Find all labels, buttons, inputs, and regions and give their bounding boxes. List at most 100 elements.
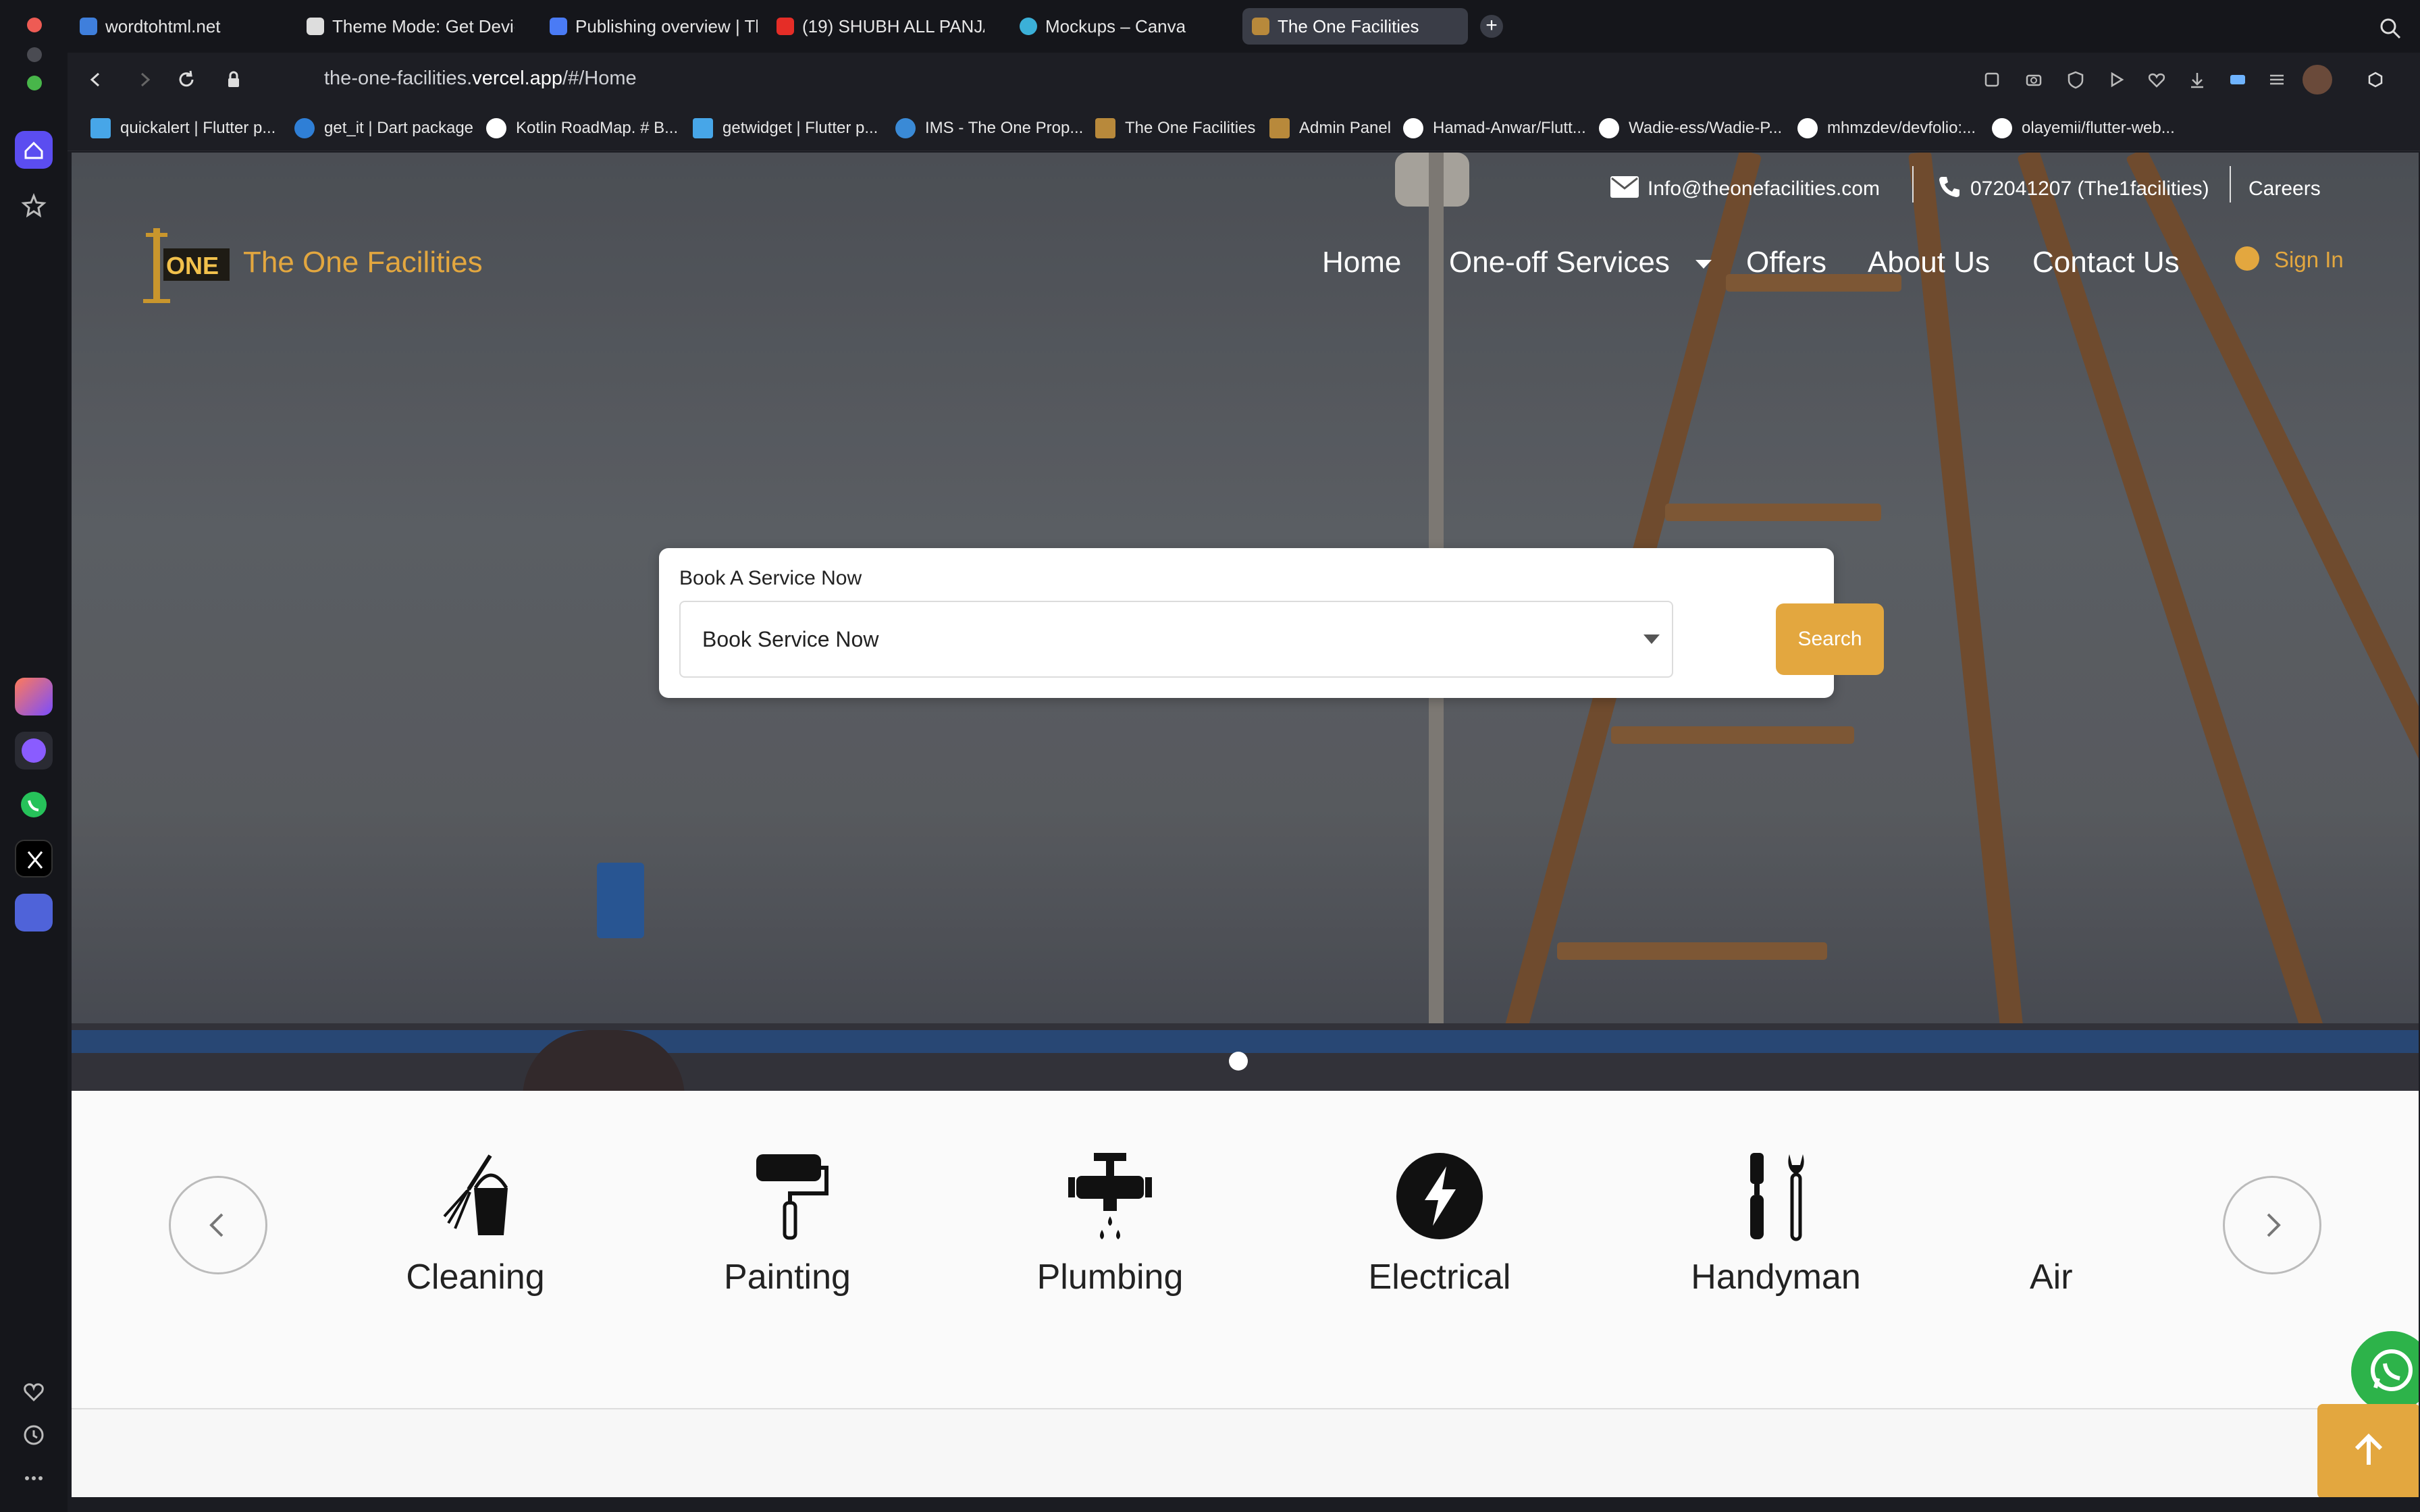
faucet-icon bbox=[1063, 1149, 1157, 1243]
site-logo-icon bbox=[1095, 118, 1115, 138]
carousel-prev-button[interactable] bbox=[169, 1176, 267, 1274]
nav-contact-us[interactable]: Contact Us bbox=[2032, 246, 2180, 279]
battery-icon[interactable] bbox=[2226, 68, 2250, 92]
address-bar: the-one-facilities.vercel.app/#/Home bbox=[68, 53, 2420, 107]
bookmark-quickalert[interactable]: quickalert | Flutter p... bbox=[90, 116, 275, 140]
service-name: Air bbox=[2030, 1258, 2073, 1297]
nav-home[interactable]: Home bbox=[1322, 246, 1401, 279]
service-handyman[interactable]: Handyman bbox=[1675, 1149, 1877, 1297]
service-plumbing[interactable]: Plumbing bbox=[1009, 1149, 1211, 1297]
shield-icon[interactable] bbox=[2063, 68, 2088, 92]
email-link[interactable]: Info@theonefacilities.com bbox=[1610, 170, 1880, 208]
carousel-next-button[interactable] bbox=[2223, 1176, 2321, 1274]
sign-in-button[interactable]: Sign In bbox=[2235, 246, 2344, 273]
service-name: Painting bbox=[724, 1258, 851, 1297]
service-cleaning[interactable]: Cleaning bbox=[374, 1149, 577, 1297]
heart-outline-icon[interactable] bbox=[2145, 68, 2169, 92]
history-icon[interactable] bbox=[15, 1416, 53, 1454]
aria-app-icon[interactable] bbox=[15, 678, 53, 716]
caret-down-icon bbox=[1643, 634, 1660, 644]
tab-publishing-overview[interactable]: Publishing overview | Th bbox=[540, 8, 758, 45]
tab-bar: wordtohtml.net Theme Mode: Get Devic Pub… bbox=[68, 0, 2420, 53]
settings-sliders-icon[interactable] bbox=[2265, 68, 2289, 92]
nav-one-off-services[interactable]: One-off Services bbox=[1449, 246, 1712, 279]
careers-link[interactable]: Careers bbox=[2248, 170, 2321, 208]
chevron-right-icon bbox=[2267, 1213, 2281, 1237]
bookmark-the-one-facilities[interactable]: The One Facilities bbox=[1095, 116, 1255, 140]
web-page: Info@theonefacilities.com 072041207 (The… bbox=[72, 153, 2419, 1497]
bookmark-label: Kotlin RoadMap. # B... bbox=[516, 119, 679, 137]
bookmark-label: IMS - The One Prop... bbox=[925, 119, 1084, 137]
reload-icon[interactable] bbox=[174, 68, 199, 92]
bookmark-wadie-ess[interactable]: Wadie-ess/Wadie-P... bbox=[1599, 116, 1782, 140]
whatsapp-sidebar-icon[interactable] bbox=[15, 786, 53, 824]
brand-logo[interactable]: ONE bbox=[136, 221, 234, 305]
tab-youtube[interactable]: (19) SHUBH ALL PANJA bbox=[767, 8, 984, 45]
bookmark-mhmzdev[interactable]: mhmzdev/devfolio:... bbox=[1797, 116, 1976, 140]
new-tab-button[interactable]: + bbox=[1480, 15, 1503, 38]
heart-icon[interactable] bbox=[15, 1373, 53, 1411]
bookmark-admin-panel[interactable]: Admin Panel bbox=[1269, 116, 1391, 140]
bookmark-kotlin-roadmap[interactable]: Kotlin RoadMap. # B... bbox=[486, 116, 678, 140]
service-select[interactable]: Book Service Now bbox=[679, 601, 1673, 678]
tab-theme-mode[interactable]: Theme Mode: Get Devic bbox=[297, 8, 515, 45]
bookmark-ims[interactable]: IMS - The One Prop... bbox=[895, 116, 1083, 140]
more-icon[interactable] bbox=[15, 1459, 53, 1497]
download-icon[interactable] bbox=[2185, 68, 2209, 92]
play-icon[interactable] bbox=[2104, 68, 2128, 92]
minimize-window-button[interactable] bbox=[27, 47, 42, 62]
camera-icon[interactable] bbox=[2022, 68, 2046, 92]
ims-icon bbox=[895, 118, 916, 138]
scroll-to-top-button[interactable] bbox=[2317, 1404, 2419, 1497]
music-player-icon[interactable] bbox=[15, 894, 53, 932]
bookmark-hamad-anwar[interactable]: Hamad-Anwar/Flutt... bbox=[1403, 116, 1586, 140]
tab-search-icon[interactable] bbox=[2377, 15, 2404, 42]
phone-link[interactable]: 072041207 (The1facilities) bbox=[1937, 170, 2209, 208]
tab-favicon-icon bbox=[307, 18, 324, 35]
edit-icon[interactable] bbox=[1980, 68, 2004, 92]
nav-offers[interactable]: Offers bbox=[1746, 246, 1826, 279]
lock-icon[interactable] bbox=[221, 68, 246, 92]
maximize-window-button[interactable] bbox=[27, 76, 42, 90]
extensions-icon[interactable] bbox=[2363, 68, 2388, 92]
bookmark-label: quickalert | Flutter p... bbox=[120, 119, 276, 137]
bookmark-get-it[interactable]: get_it | Dart package bbox=[294, 116, 473, 140]
forward-arrow-icon[interactable] bbox=[132, 68, 157, 92]
phone-text: 072041207 (The1facilities) bbox=[1970, 178, 2209, 200]
star-icon[interactable] bbox=[15, 186, 53, 224]
tab-canva[interactable]: Mockups – Canva bbox=[1010, 8, 1228, 45]
paint-roller-icon bbox=[740, 1149, 835, 1243]
service-air[interactable]: Air bbox=[2030, 1149, 2165, 1351]
tab-wordtohtml[interactable]: wordtohtml.net bbox=[70, 8, 288, 45]
browser-sidebar bbox=[0, 0, 68, 1512]
carousel-dot[interactable] bbox=[1229, 1052, 1248, 1071]
bookmark-olayemii[interactable]: olayemii/flutter-web... bbox=[1992, 116, 2175, 140]
service-electrical[interactable]: Electrical bbox=[1338, 1149, 1541, 1297]
url-field[interactable]: the-one-facilities.vercel.app/#/Home bbox=[324, 68, 637, 90]
logo-text: ONE bbox=[166, 252, 219, 279]
user-icon bbox=[2235, 246, 2259, 271]
whatsapp-chat-button[interactable] bbox=[2351, 1331, 2419, 1412]
messenger-icon[interactable] bbox=[15, 732, 53, 770]
x-twitter-icon[interactable] bbox=[15, 840, 53, 878]
bookmark-getwidget[interactable]: getwidget | Flutter p... bbox=[693, 116, 878, 140]
avatar[interactable] bbox=[2303, 65, 2332, 94]
service-painting[interactable]: Painting bbox=[686, 1149, 889, 1297]
nav-about-us[interactable]: About Us bbox=[1868, 246, 1990, 279]
info-divider bbox=[2230, 166, 2231, 202]
arrow-up-icon bbox=[2355, 1433, 2383, 1465]
close-window-button[interactable] bbox=[27, 18, 42, 32]
back-arrow-icon[interactable] bbox=[84, 68, 108, 92]
flutter-icon bbox=[693, 118, 713, 138]
tab-label: Mockups – Canva bbox=[1045, 16, 1186, 36]
tab-label: (19) SHUBH ALL PANJA bbox=[802, 16, 984, 36]
github-icon bbox=[1992, 118, 2012, 138]
tab-the-one-facilities[interactable]: The One Facilities bbox=[1242, 8, 1468, 45]
chevron-down-icon[interactable] bbox=[1695, 259, 1712, 269]
search-button[interactable]: Search bbox=[1776, 603, 1884, 675]
home-icon[interactable] bbox=[15, 131, 53, 169]
tab-label: Publishing overview | Th bbox=[575, 16, 758, 36]
brand-name[interactable]: The One Facilities bbox=[243, 246, 483, 279]
tab-label: Theme Mode: Get Devic bbox=[332, 16, 515, 36]
service-name: Handyman bbox=[1691, 1258, 1861, 1297]
